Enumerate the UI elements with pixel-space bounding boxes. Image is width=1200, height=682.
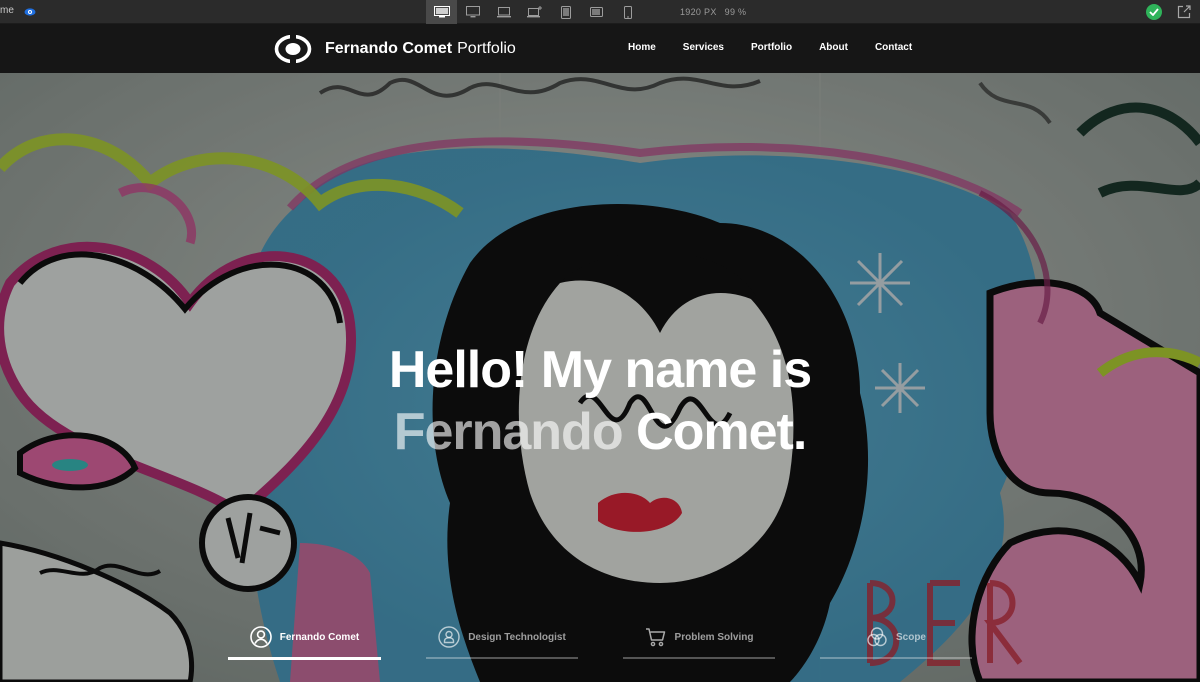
nav-services[interactable]: Services xyxy=(683,42,724,53)
site-header: Fernando Comet Portfolio Home Services P… xyxy=(0,24,1200,73)
tab-underline xyxy=(426,657,578,659)
tab-fernando-comet[interactable]: Fernando Comet xyxy=(228,615,381,660)
tab-label: Design Technologist xyxy=(468,631,566,643)
editor-toolbar: me 1920 PX 99 % xyxy=(0,0,1200,24)
shopping-cart-icon xyxy=(645,628,665,647)
hero-name-first: Fernando xyxy=(393,403,624,461)
laptop-plus-icon[interactable] xyxy=(519,0,550,24)
tab-scope[interactable]: Scope xyxy=(820,615,972,659)
brand-name: Fernando Comet xyxy=(325,40,453,57)
hero-greeting: Hello! My name is xyxy=(388,341,812,399)
badge-user-icon xyxy=(438,626,460,648)
hero-section: Hello! My name is Fernando Comet. Fernan… xyxy=(0,73,1200,682)
tab-problem-solving[interactable]: Problem Solving xyxy=(623,615,775,659)
app-label: me xyxy=(0,5,14,16)
desktop-large-icon[interactable] xyxy=(426,0,457,24)
tablet-landscape-icon[interactable] xyxy=(581,0,612,24)
export-icon[interactable] xyxy=(1177,5,1191,19)
tab-underline xyxy=(820,657,972,659)
tab-underline xyxy=(623,657,775,659)
venn-circles-icon xyxy=(867,627,887,647)
tablet-icon[interactable] xyxy=(550,0,581,24)
viewport-size-readout: 1920 PX 99 % xyxy=(680,7,746,17)
user-icon xyxy=(249,626,272,648)
tab-label: Scope xyxy=(895,631,926,643)
nav-contact[interactable]: Contact xyxy=(875,42,912,53)
desktop-icon[interactable] xyxy=(457,0,488,24)
zoom-level: 99 % xyxy=(724,7,747,17)
hero-tabs: Fernando Comet Design Technologist Probl… xyxy=(228,615,972,660)
laptop-icon[interactable] xyxy=(488,0,519,24)
phone-icon[interactable] xyxy=(612,0,643,24)
tab-design-technologist[interactable]: Design Technologist xyxy=(426,615,578,659)
nav-about[interactable]: About xyxy=(819,42,848,53)
tab-underline-active xyxy=(228,657,381,660)
preview-eye-icon[interactable] xyxy=(24,6,36,18)
brand-suffix: Portfolio xyxy=(457,40,516,57)
publish-status-check-icon[interactable] xyxy=(1146,4,1162,20)
tab-label: Fernando Comet xyxy=(279,631,360,643)
device-preview-switcher xyxy=(426,0,643,24)
tab-label: Problem Solving xyxy=(674,631,754,643)
brand-logo-icon xyxy=(274,35,312,63)
hero-name-last: Comet. xyxy=(636,403,807,461)
main-nav: Home Services Portfolio About Contact xyxy=(628,42,939,53)
viewport-width: 1920 PX xyxy=(680,7,717,17)
nav-home[interactable]: Home xyxy=(628,42,656,53)
hero-title: Hello! My name is Fernando Comet. xyxy=(0,339,1200,463)
hero-name: Fernando Comet. xyxy=(0,401,1200,463)
brand-link[interactable]: Fernando Comet Portfolio xyxy=(274,35,516,63)
nav-portfolio[interactable]: Portfolio xyxy=(751,42,792,53)
